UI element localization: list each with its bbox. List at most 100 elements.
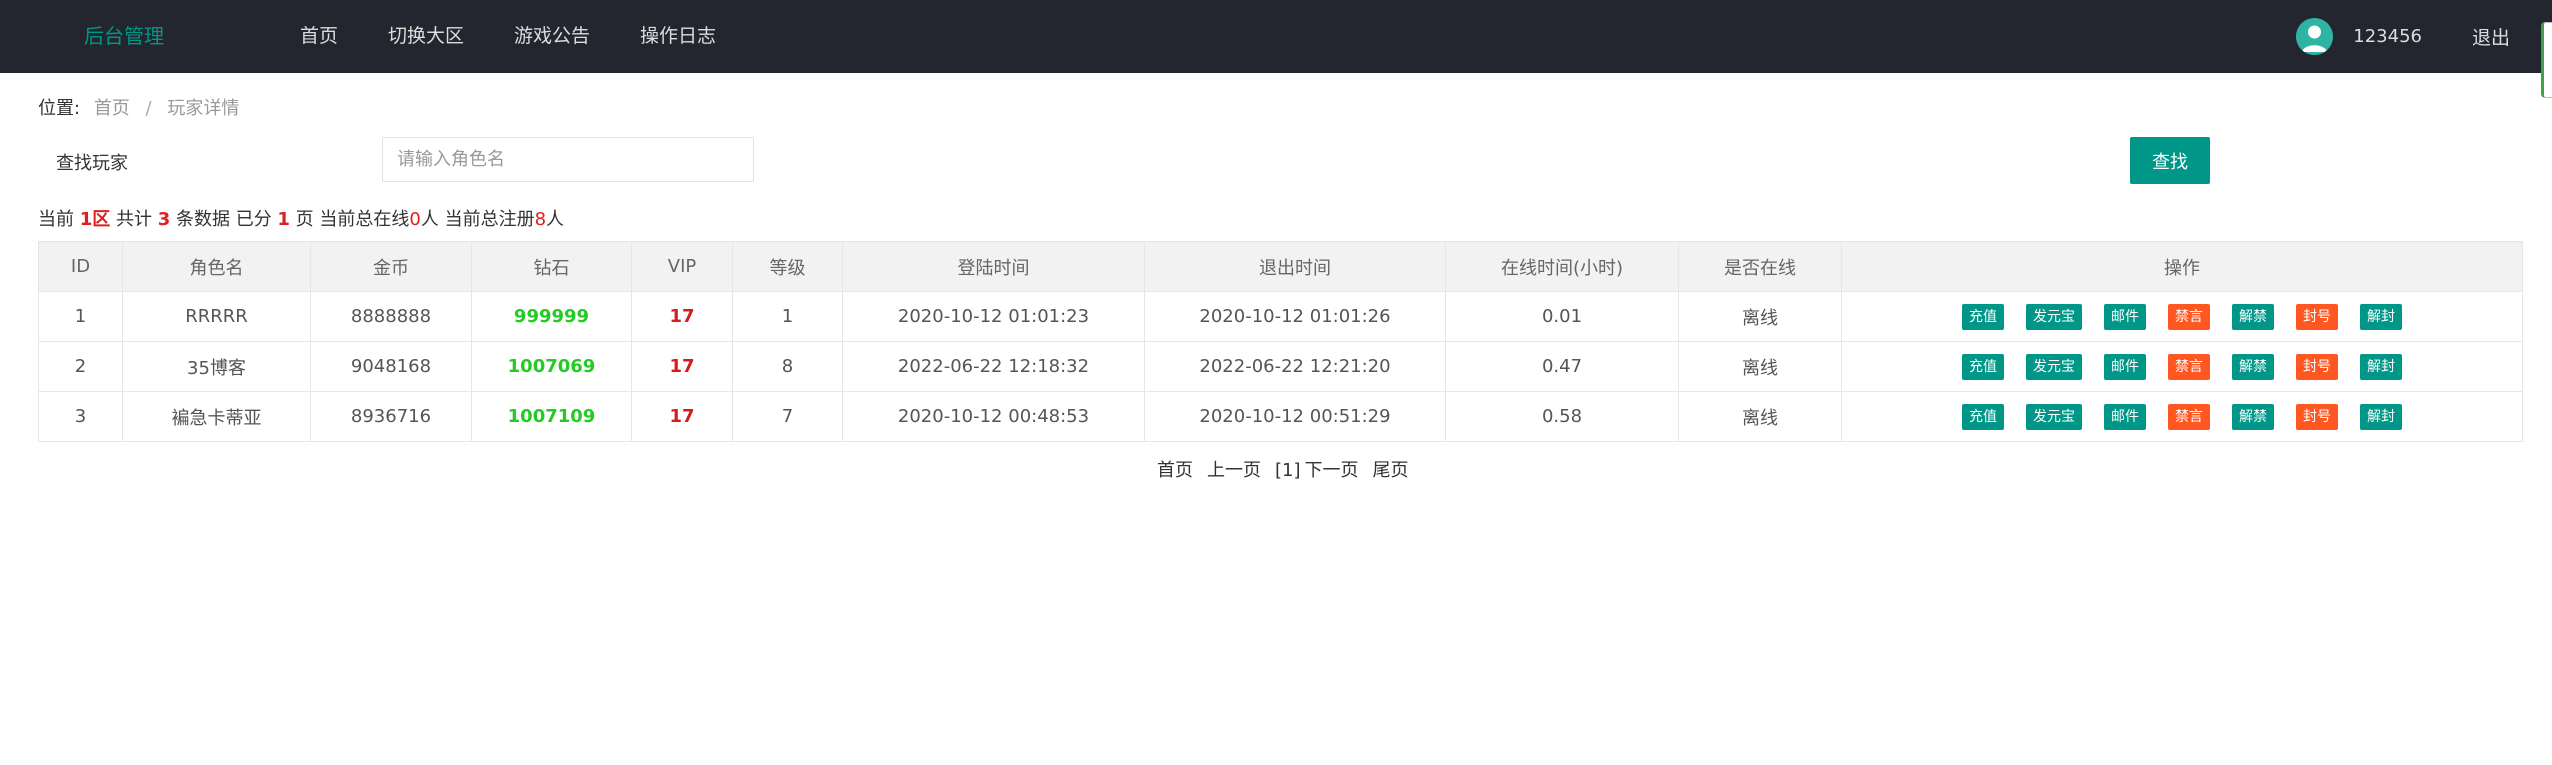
summary-registered: 8 — [534, 209, 547, 230]
cell-role-name: RRRRR — [122, 291, 311, 342]
mute-button[interactable]: 禁言 — [2168, 303, 2210, 330]
username[interactable]: 123456 — [2353, 26, 2422, 47]
column-header: 钻石 — [471, 241, 632, 292]
cell-level: 7 — [732, 391, 843, 442]
breadcrumb-player-details: 玩家详情 — [167, 98, 240, 119]
summary-zone: 1区 — [79, 209, 111, 230]
cell-actions: 充值 发元宝 邮件 禁言 解禁 封号 解封 — [1841, 391, 2523, 442]
summary-text: 人 当前总注册 — [420, 209, 535, 230]
breadcrumb: 位置: 首页 / 玩家详情 — [38, 94, 239, 120]
side-edge-tab[interactable] — [2541, 22, 2552, 98]
unmute-button[interactable]: 解禁 — [2232, 303, 2274, 330]
mail-button[interactable]: 邮件 — [2104, 353, 2146, 380]
column-header: 退出时间 — [1144, 241, 1446, 292]
cell-level: 1 — [732, 291, 843, 342]
cell-diamond: 1007069 — [471, 341, 632, 392]
cell-online-status: 离线 — [1678, 341, 1842, 392]
summary-line: 当前 1区 共计 3 条数据 已分 1 页 当前总在线0人 当前总注册8人 — [38, 205, 564, 231]
ban-button[interactable]: 封号 — [2296, 303, 2338, 330]
cell-online-hours: 0.01 — [1445, 291, 1679, 342]
column-header: ID — [38, 241, 123, 292]
column-header: 金币 — [310, 241, 472, 292]
nav-item-operation-log[interactable]: 操作日志 — [640, 0, 716, 73]
send-ingots-button[interactable]: 发元宝 — [2026, 353, 2082, 380]
recharge-button[interactable]: 充值 — [1962, 303, 2004, 330]
cell-gold: 8936716 — [310, 391, 472, 442]
unban-button[interactable]: 解封 — [2360, 353, 2402, 380]
cell-id: 2 — [38, 341, 123, 392]
column-header: 登陆时间 — [842, 241, 1145, 292]
summary-online: 0 — [409, 209, 421, 230]
cell-login-time: 2020-10-12 00:48:53 — [842, 391, 1145, 442]
mute-button[interactable]: 禁言 — [2168, 353, 2210, 380]
cell-logout-time: 2020-10-12 00:51:29 — [1144, 391, 1446, 442]
pager-current[interactable]: [1] — [1275, 460, 1301, 481]
nav-item-home[interactable]: 首页 — [300, 0, 338, 73]
cell-online-status: 离线 — [1678, 391, 1842, 442]
ban-button[interactable]: 封号 — [2296, 403, 2338, 430]
pagination: 首页 上一页 [1] 下一页 尾页 — [1157, 456, 1409, 482]
user-avatar-icon[interactable] — [2296, 18, 2334, 55]
nav-item-switch-zone[interactable]: 切换大区 — [388, 0, 464, 73]
players-table: ID 角色名 金币 钻石 VIP 等级 登陆时间 退出时间 在线时间(小时) 是… — [38, 241, 2523, 442]
recharge-button[interactable]: 充值 — [1962, 353, 2004, 380]
column-header: 角色名 — [122, 241, 311, 292]
summary-total: 3 — [157, 209, 171, 230]
cell-diamond: 1007109 — [471, 391, 632, 442]
cell-actions: 充值 发元宝 邮件 禁言 解禁 封号 解封 — [1841, 291, 2523, 342]
mute-button[interactable]: 禁言 — [2168, 403, 2210, 430]
search-button[interactable]: 查找 — [2130, 137, 2210, 184]
recharge-button[interactable]: 充值 — [1962, 403, 2004, 430]
cell-vip: 17 — [631, 291, 733, 342]
table-row: 1 RRRRR 8888888 999999 17 1 2020-10-12 01:01:2… — [38, 291, 2523, 342]
summary-text: 页 当前总在线 — [289, 209, 410, 230]
nav-item-announcements[interactable]: 游戏公告 — [514, 0, 590, 73]
pager-last[interactable]: 尾页 — [1373, 460, 1409, 481]
cell-id: 1 — [38, 291, 123, 342]
cell-online-status: 离线 — [1678, 291, 1842, 342]
breadcrumb-prefix: 位置: — [38, 98, 81, 119]
cell-online-hours: 0.58 — [1445, 391, 1679, 442]
cell-role-name: 35博客 — [122, 341, 311, 392]
unban-button[interactable]: 解封 — [2360, 303, 2402, 330]
app-logo[interactable]: 后台管理 — [84, 0, 164, 73]
search-label: 查找玩家 — [56, 153, 128, 174]
pager-next[interactable]: 下一页 — [1305, 460, 1359, 481]
column-header: 等级 — [732, 241, 843, 292]
ban-button[interactable]: 封号 — [2296, 353, 2338, 380]
user-area: 123456 退出 — [2296, 0, 2510, 73]
cell-gold: 9048168 — [310, 341, 472, 392]
cell-vip: 17 — [631, 341, 733, 392]
cell-login-time: 2020-10-12 01:01:23 — [842, 291, 1145, 342]
summary-text: 当前 — [38, 209, 80, 230]
mail-button[interactable]: 邮件 — [2104, 303, 2146, 330]
cell-online-hours: 0.47 — [1445, 341, 1679, 392]
breadcrumb-home[interactable]: 首页 — [94, 98, 130, 119]
unban-button[interactable]: 解封 — [2360, 403, 2402, 430]
cell-actions: 充值 发元宝 邮件 禁言 解禁 封号 解封 — [1841, 341, 2523, 392]
row-actions: 充值 发元宝 邮件 禁言 解禁 封号 解封 — [1842, 353, 2522, 380]
cell-logout-time: 2022-06-22 12:21:20 — [1144, 341, 1446, 392]
send-ingots-button[interactable]: 发元宝 — [2026, 303, 2082, 330]
pager-prev[interactable]: 上一页 — [1207, 460, 1261, 481]
cell-level: 8 — [732, 341, 843, 392]
row-actions: 充值 发元宝 邮件 禁言 解禁 封号 解封 — [1842, 303, 2522, 330]
table-row: 2 35博客 9048168 1007069 17 8 2022-06-22 12:18:3… — [38, 341, 2523, 392]
main-nav: 首页 切换大区 游戏公告 操作日志 — [300, 0, 716, 73]
pager-first[interactable]: 首页 — [1157, 460, 1193, 481]
role-name-search-input[interactable] — [382, 137, 754, 182]
summary-text: 条数据 已分 — [170, 209, 278, 230]
table-row: 3 褊急卡蒂亚 8936716 1007109 17 7 2020-10-12 00:48:… — [38, 391, 2523, 442]
cell-gold: 8888888 — [310, 291, 472, 342]
cell-vip: 17 — [631, 391, 733, 442]
summary-pages: 1 — [277, 209, 290, 230]
column-header: 是否在线 — [1678, 241, 1842, 292]
cell-login-time: 2022-06-22 12:18:32 — [842, 341, 1145, 392]
unmute-button[interactable]: 解禁 — [2232, 353, 2274, 380]
send-ingots-button[interactable]: 发元宝 — [2026, 403, 2082, 430]
summary-text: 人 — [546, 209, 565, 230]
summary-text: 共计 — [110, 209, 158, 230]
logout-link[interactable]: 退出 — [2472, 23, 2510, 50]
mail-button[interactable]: 邮件 — [2104, 403, 2146, 430]
unmute-button[interactable]: 解禁 — [2232, 403, 2274, 430]
